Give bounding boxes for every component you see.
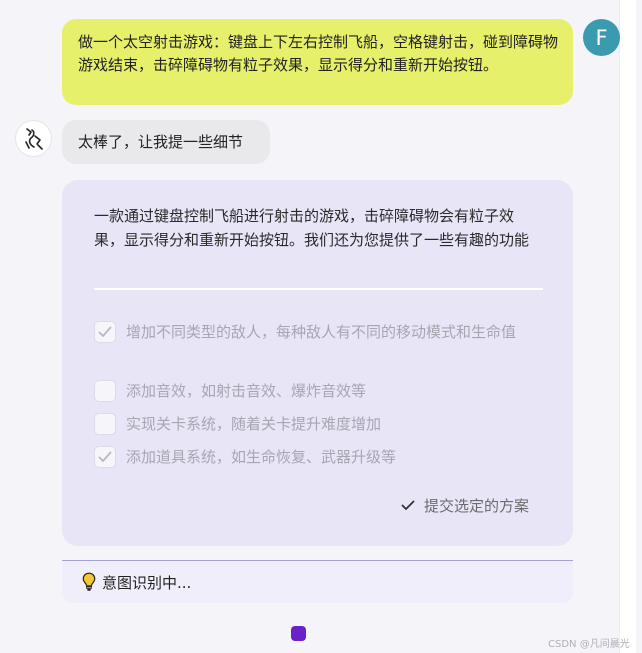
option-checkbox-checked[interactable] xyxy=(94,446,116,468)
plan-card: 一款通过键盘控制飞船进行射击的游戏，击碎障碍物会有粒子效果，显示得分和重新开始按… xyxy=(62,180,573,546)
option-label: 增加不同类型的敌人，每种敌人有不同的移动模式和生命值 xyxy=(126,323,517,341)
user-message-bubble: 做一个太空射击游戏：键盘上下左右控制飞船，空格键射击，碰到障碍物游戏结束，击碎障… xyxy=(62,19,573,105)
checkmark-icon xyxy=(98,451,112,462)
loading-indicator xyxy=(291,626,306,641)
submit-plan-button[interactable]: 提交选定的方案 xyxy=(401,492,546,518)
chat-page: 做一个太空射击游戏：键盘上下左右控制飞船，空格键射击，碰到障碍物游戏结束，击碎障… xyxy=(0,0,642,653)
option-checkbox-unchecked[interactable] xyxy=(94,380,116,402)
bot-reply-text: 太棒了，让我提一些细节 xyxy=(78,133,244,151)
plan-description: 一款通过键盘控制飞船进行射击的游戏，击碎障碍物会有粒子效果，显示得分和重新开始按… xyxy=(94,207,530,249)
plan-divider xyxy=(94,288,543,290)
bot-reply-bubble: 太棒了，让我提一些细节 xyxy=(62,120,270,164)
option-label: 添加道具系统，如生命恢复、武器升级等 xyxy=(126,448,397,466)
robot-logo-icon xyxy=(24,127,43,150)
intent-status-text: 意图识别中... xyxy=(102,573,192,592)
option-checkbox-checked[interactable] xyxy=(94,321,116,343)
user-avatar[interactable]: F xyxy=(583,19,620,56)
bot-avatar xyxy=(15,120,52,157)
user-message-text: 做一个太空射击游戏：键盘上下左右控制飞船，空格键射击，碰到障碍物游戏结束，击碎障… xyxy=(78,33,559,74)
option-label: 实现关卡系统，随着关卡提升难度增加 xyxy=(126,415,382,433)
user-avatar-letter: F xyxy=(595,25,608,50)
check-icon xyxy=(401,500,415,510)
option-checkbox-unchecked[interactable] xyxy=(94,413,116,435)
submit-plan-label: 提交选定的方案 xyxy=(424,496,530,515)
scrollbar[interactable] xyxy=(619,0,636,653)
intent-status-bar: 意图识别中... xyxy=(62,561,573,603)
checkmark-icon xyxy=(98,326,112,337)
watermark: CSDN @凡间晨光 xyxy=(548,639,630,650)
lightbulb-icon xyxy=(82,572,96,591)
option-label: 添加音效，如射击音效、爆炸音效等 xyxy=(126,382,367,400)
